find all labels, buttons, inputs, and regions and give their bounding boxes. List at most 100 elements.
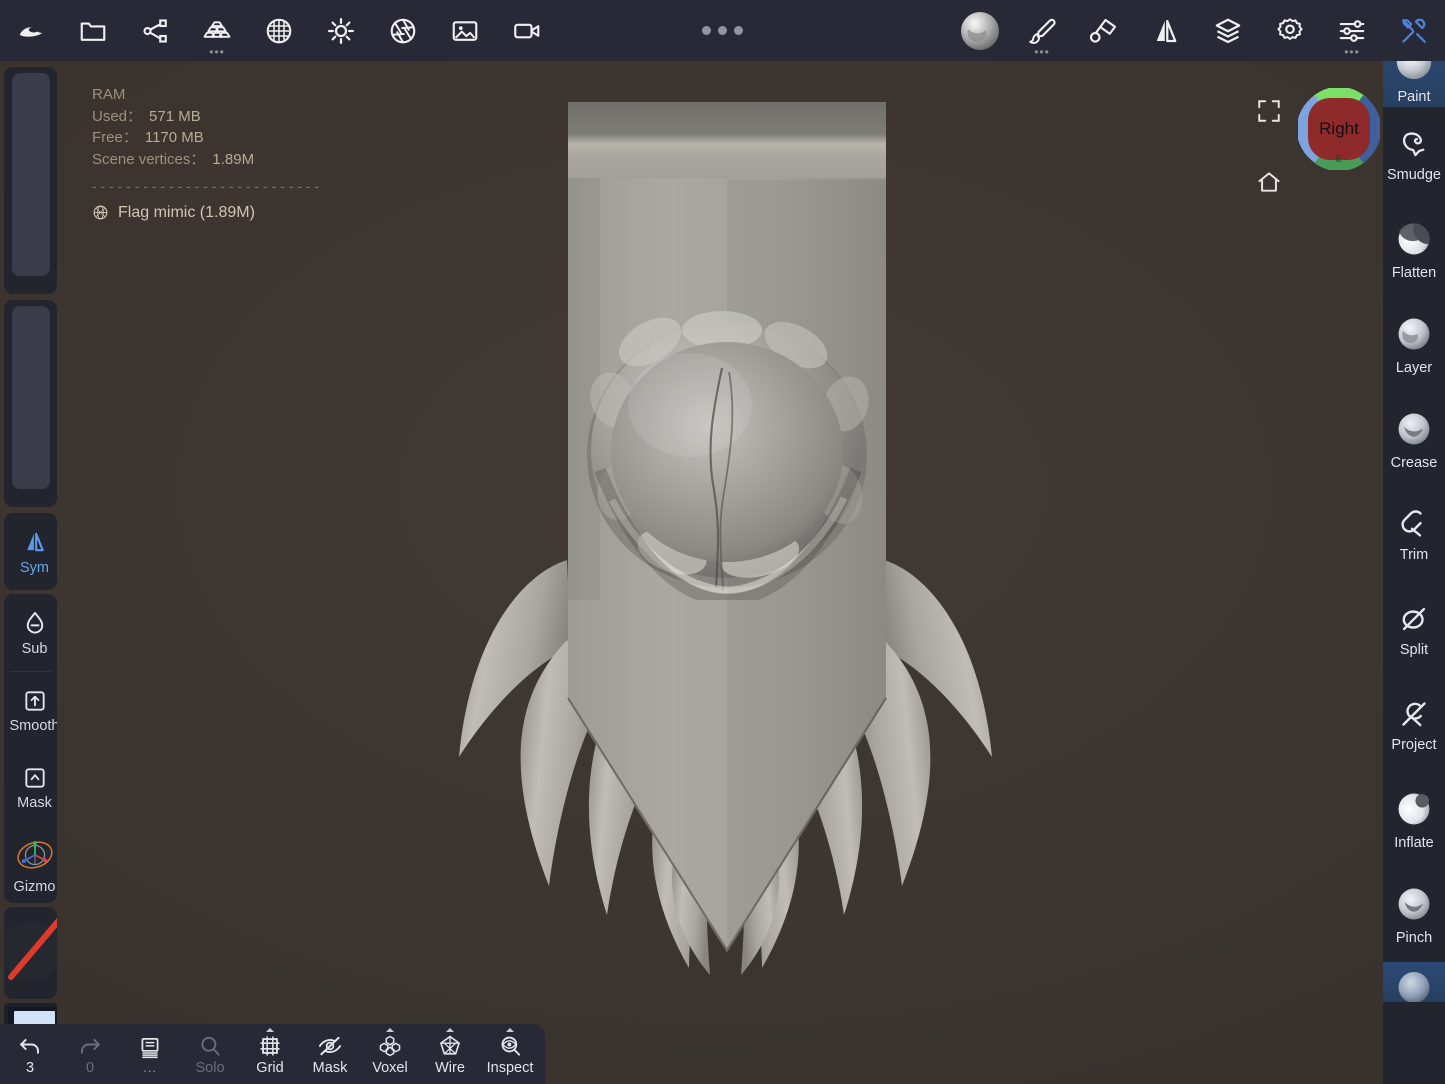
inspect-label: Inspect [487, 1061, 534, 1075]
brush-label-crease: Crease [1391, 455, 1438, 471]
tools-icon[interactable] [1383, 0, 1445, 61]
crease-sphere-icon [1394, 409, 1434, 449]
bottom-toolbar: 3 0 ... Solo [0, 1024, 545, 1084]
sun-light-icon[interactable] [310, 0, 372, 61]
sidebar-item-sym[interactable]: Sym [4, 513, 57, 590]
square-caret-up-icon [22, 765, 48, 791]
fullscreen-icon[interactable] [1256, 98, 1282, 129]
brush-trim[interactable]: Trim [1383, 487, 1445, 582]
redo-icon [76, 1033, 104, 1059]
brush-flatten[interactable]: Flatten [1383, 202, 1445, 297]
eye-slash-icon [316, 1033, 344, 1059]
view-orientation-cube[interactable]: E Right [1298, 88, 1380, 170]
square-up-arrow-icon [22, 688, 48, 714]
app-root: RAM Used： 571 MB Free： 1170 MB Scene ver… [0, 0, 1445, 1084]
home-icon[interactable] [1256, 169, 1282, 200]
folder-open-icon[interactable] [62, 0, 124, 61]
gizmo-axis-icon [15, 835, 55, 875]
sidebar-label-smooth: Smooth [10, 718, 58, 734]
brush-smudge[interactable]: Smudge [1383, 107, 1445, 202]
brush-label-trim: Trim [1400, 547, 1428, 563]
brush-layer[interactable]: Layer [1383, 297, 1445, 392]
brush-paint[interactable]: Paint [1383, 61, 1445, 107]
sculpt-model-flag-mimic [0, 0, 1445, 1084]
layers-button[interactable]: ... [120, 1024, 180, 1084]
undo-count: 3 [26, 1061, 34, 1075]
undo-button[interactable]: 3 [0, 1024, 60, 1084]
undo-icon [16, 1033, 44, 1059]
brush-project[interactable]: Project [1383, 677, 1445, 772]
pinch-sphere-icon [1394, 884, 1434, 924]
brush-label-smudge: Smudge [1387, 167, 1441, 183]
alpha-stencil-swatch[interactable] [4, 907, 57, 999]
sidebar-item-mask[interactable]: Mask [4, 749, 57, 826]
left-sidebar: Sym Sub Smooth [0, 61, 61, 1084]
inspect-caret-icon [506, 1028, 514, 1032]
wireframe-icon [436, 1033, 464, 1059]
brush-icon[interactable]: ••• [1011, 0, 1073, 61]
sidebar-label-mask: Mask [17, 795, 52, 811]
brush-label-inflate: Inflate [1394, 835, 1434, 851]
sidebar-item-sub[interactable]: Sub [4, 594, 57, 671]
primitives-more-dots: ••• [186, 49, 248, 55]
topology-share-icon[interactable] [124, 0, 186, 61]
sliders-more-dots: ••• [1321, 49, 1383, 55]
right-brush-sidebar: Paint Smudge Flatten [1383, 61, 1445, 1084]
brush-more-dots: ••• [1011, 49, 1073, 55]
wire-caret-icon [446, 1028, 454, 1032]
brush-split[interactable]: Split [1383, 582, 1445, 677]
redo-button[interactable]: 0 [60, 1024, 120, 1084]
grid-button[interactable]: Grid [240, 1024, 300, 1084]
project-icon [1397, 697, 1431, 731]
brush-label-paint: Paint [1397, 89, 1430, 105]
grid-caret-icon [266, 1028, 274, 1032]
solo-button[interactable]: Solo [180, 1024, 240, 1084]
sidebar-item-smooth[interactable]: Smooth [4, 672, 57, 749]
voxel-caret-icon [386, 1028, 394, 1032]
voxel-label: Voxel [372, 1061, 407, 1075]
gear-settings-icon[interactable] [1259, 0, 1321, 61]
solo-label: Solo [195, 1061, 224, 1075]
flatten-sphere-icon [1394, 219, 1434, 259]
app-logo-icon[interactable] [0, 0, 62, 61]
brush-label-flatten: Flatten [1392, 265, 1436, 281]
viewport-3d-canvas[interactable] [0, 0, 1445, 1084]
image-icon[interactable] [434, 0, 496, 61]
primitives-stack-icon[interactable]: ••• [186, 0, 248, 61]
voxel-button[interactable]: Voxel [360, 1024, 420, 1084]
sidebar-item-gizmo[interactable]: Gizmo [4, 826, 57, 903]
brush-next[interactable] [1383, 962, 1445, 1002]
sphere-icon [1394, 962, 1434, 1002]
sidebar-label-gizmo: Gizmo [14, 879, 56, 895]
grid-label: Grid [256, 1061, 283, 1075]
sym-group: Sym [4, 513, 57, 590]
brush-inflate[interactable]: Inflate [1383, 772, 1445, 867]
aperture-icon[interactable] [372, 0, 434, 61]
radius-slider[interactable] [4, 67, 57, 294]
layers-list-icon [137, 1035, 163, 1061]
inspect-button[interactable]: Inspect [480, 1024, 540, 1084]
layer-sphere-icon [1394, 314, 1434, 354]
video-camera-icon[interactable] [496, 0, 558, 61]
mirror-symmetry-icon[interactable] [1135, 0, 1197, 61]
brush-pinch[interactable]: Pinch [1383, 867, 1445, 962]
material-sphere-icon[interactable] [949, 0, 1011, 61]
radius-slider-track[interactable] [12, 73, 50, 276]
intensity-slider-track[interactable] [12, 306, 50, 489]
brush-crease[interactable]: Crease [1383, 392, 1445, 487]
layers-more-dots: ... [143, 1063, 157, 1073]
smudge-icon [1397, 127, 1431, 161]
top-toolbar: ••• [0, 0, 1445, 61]
paint-sphere-icon [1393, 61, 1435, 83]
brush-label-project: Project [1391, 737, 1436, 753]
grid-sphere-icon[interactable] [248, 0, 310, 61]
mask-button[interactable]: Mask [300, 1024, 360, 1084]
magnifier-icon [197, 1033, 223, 1059]
intensity-slider[interactable] [4, 300, 57, 507]
mirror-symmetry-icon [21, 528, 49, 556]
layers-icon[interactable] [1197, 0, 1259, 61]
sliders-icon[interactable]: ••• [1321, 0, 1383, 61]
sidebar-label-sym: Sym [20, 560, 49, 576]
stamp-icon[interactable] [1073, 0, 1135, 61]
wire-button[interactable]: Wire [420, 1024, 480, 1084]
